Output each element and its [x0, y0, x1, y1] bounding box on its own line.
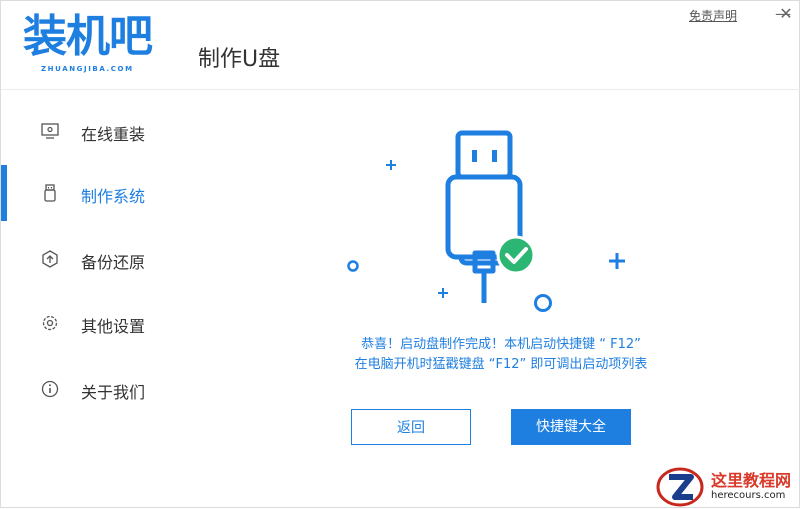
decoration-plus-icon	[438, 288, 448, 298]
usb-success-illustration	[347, 130, 625, 312]
watermark: 这里教程网 herecours.com	[653, 463, 800, 509]
sidebar-item-make-system[interactable]: 制作系统	[1, 163, 221, 223]
logo-subtext: ZHUANGJIBA.COM	[41, 65, 134, 73]
sidebar-item-label: 其他设置	[81, 317, 146, 336]
decoration-plus-icon	[609, 253, 625, 269]
monitor-icon	[41, 123, 59, 139]
sidebar-item-label: 制作系统	[81, 187, 146, 206]
watermark-url: herecours.com	[711, 490, 786, 501]
close-button[interactable]: ✕	[777, 5, 795, 23]
decoration-ring-icon	[347, 260, 359, 272]
success-check-icon	[496, 235, 536, 275]
logo: 装机吧 ZHUANGJIBA.COM	[23, 11, 173, 79]
sidebar-item-label: 关于我们	[81, 383, 146, 402]
sidebar-item-label: 备份还原	[81, 253, 146, 272]
watermark-logo-icon	[656, 467, 704, 507]
sidebar-item-about-us[interactable]: 关于我们	[1, 359, 221, 419]
back-button[interactable]: 返回	[351, 409, 471, 445]
sidebar-item-other-settings[interactable]: 其他设置	[1, 293, 221, 353]
decoration-plus-icon	[386, 160, 396, 170]
sidebar: 在线重装 制作系统 备份还原 其他设置 关于我们	[1, 97, 221, 509]
watermark-title: 这里教程网	[711, 471, 792, 490]
shortcut-list-button[interactable]: 快捷键大全	[511, 409, 631, 445]
disclaimer-link[interactable]: 免责声明	[689, 7, 737, 24]
page-title: 制作U盘	[198, 47, 281, 72]
decoration-ring-icon	[534, 294, 552, 312]
gear-icon	[42, 315, 58, 331]
sidebar-item-online-reinstall[interactable]: 在线重装	[1, 101, 221, 161]
header-divider	[1, 89, 800, 90]
usb-icon	[44, 184, 56, 202]
info-icon	[41, 380, 59, 398]
logo-text: 装机吧	[23, 11, 153, 62]
success-message: 恭喜！启动盘制作完成！本机启动快捷键 “ F12”	[361, 337, 641, 352]
backup-icon	[42, 250, 58, 268]
sidebar-item-backup-restore[interactable]: 备份还原	[1, 229, 221, 289]
app-window: 装机吧 ZHUANGJIBA.COM 制作U盘 免责声明 — ✕ 在线重装 制作…	[0, 0, 800, 508]
boot-hint-message: 在电脑开机时猛戳键盘 “F12” 即可调出启动项列表	[354, 357, 648, 372]
sidebar-item-label: 在线重装	[81, 125, 146, 144]
usb-stick-icon	[445, 130, 523, 303]
